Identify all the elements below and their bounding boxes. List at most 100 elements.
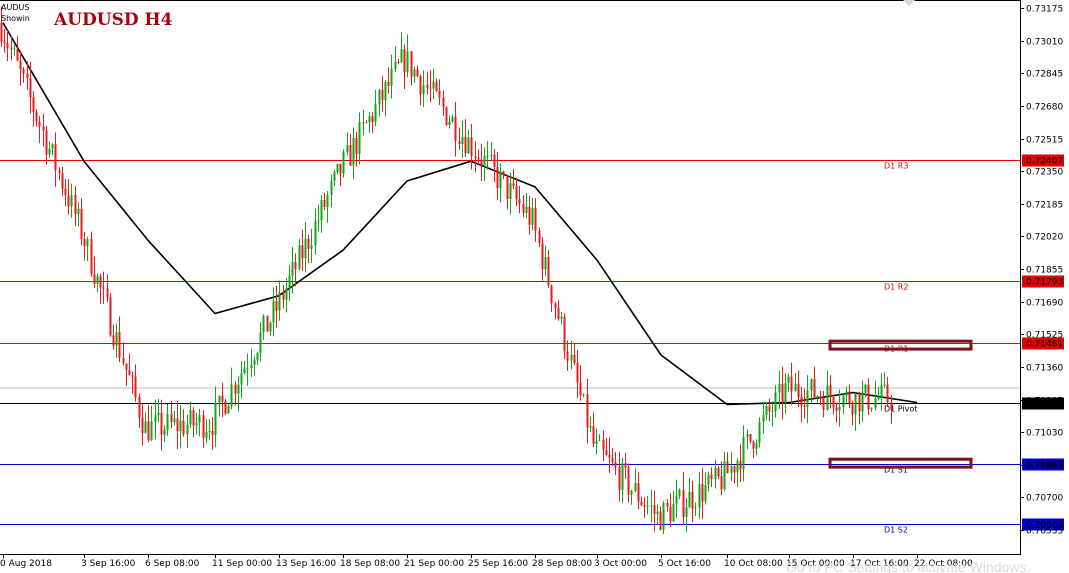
candle-body-248: [794, 383, 797, 392]
candle-body-257: [822, 398, 825, 410]
candle-body-120: [384, 81, 387, 101]
candle-body-159: [509, 183, 512, 200]
candle-body-71: [227, 405, 230, 414]
zone-box-1: [828, 457, 973, 469]
candle-body-263: [842, 395, 845, 407]
candle-body-77: [246, 368, 249, 370]
candle-body-128: [410, 51, 413, 77]
candle-body-43: [138, 397, 141, 418]
candle-body-212: [678, 489, 681, 496]
candle-body-163: [522, 204, 525, 213]
candle-body-219: [701, 484, 704, 502]
candle-body-36: [115, 332, 118, 346]
candle-body-164: [525, 206, 528, 213]
candle-body-137: [438, 90, 441, 98]
candle-body-99: [317, 220, 320, 222]
level-price-text-2: 0.71481: [1026, 340, 1063, 350]
time-tick-0: 0 Aug 2018: [0, 559, 52, 569]
candle-body-232: [742, 437, 745, 470]
price-tick-4: 0.72515: [1026, 136, 1063, 146]
candle-body-52: [166, 413, 169, 430]
candle-body-69: [221, 395, 224, 402]
candle-body-187: [598, 439, 601, 441]
candle-body-104: [333, 172, 336, 181]
candle-body-70: [224, 401, 227, 414]
candle-body-171: [547, 257, 550, 286]
candle-body-153: [490, 154, 493, 156]
price-axis: 0.73175 0.73010 0.72845 0.72680 0.72515 0.723…: [1020, 5, 1063, 537]
candle-body-182: [582, 394, 585, 396]
candles: [0, 6, 893, 535]
candle-body-64: [205, 432, 208, 439]
candle-body-122: [390, 68, 393, 86]
candle-body-186: [595, 440, 598, 444]
candle-body-42: [134, 376, 137, 398]
candle-body-271: [867, 384, 870, 410]
candle-body-94: [301, 245, 304, 259]
candle-body-89: [285, 288, 288, 300]
candle-body-251: [803, 405, 806, 407]
candle-body-204: [653, 505, 656, 515]
candle-body-192: [614, 462, 617, 468]
candle-body-101: [323, 199, 326, 207]
candle-body-245: [784, 383, 787, 403]
chart-shift-icon[interactable]: [903, 0, 915, 6]
candle-body-51: [163, 429, 166, 435]
candle-body-239: [765, 405, 768, 416]
candle-body-88: [282, 292, 285, 300]
candle-body-85: [272, 301, 275, 323]
candle-body-23: [74, 194, 77, 215]
candle-body-83: [266, 315, 269, 332]
candle-body-67: [214, 402, 217, 435]
level-label-0: D1 R3: [884, 162, 908, 171]
price-chart[interactable]: D1 R3 0.72407D1 R2 0.71793D1 R1 0.71481D1 P…: [0, 0, 1069, 573]
candle-body-255: [816, 396, 819, 398]
candle-body-6: [19, 60, 22, 70]
candle-body-268: [858, 393, 861, 412]
candle-body-22: [70, 194, 73, 207]
candle-body-9: [29, 78, 32, 98]
candle-body-8: [26, 73, 29, 79]
candle-body-246: [787, 376, 790, 384]
candle-body-44: [141, 417, 144, 434]
candle-body-136: [435, 81, 438, 91]
candle-body-15: [48, 148, 51, 155]
candle-body-196: [627, 467, 630, 495]
candle-body-152: [486, 155, 489, 157]
candle-body-39: [125, 363, 128, 370]
candle-body-81: [259, 332, 262, 354]
candle-body-220: [704, 485, 707, 502]
candle-body-210: [672, 504, 675, 522]
candle-body-172: [550, 285, 553, 304]
candle-body-21: [67, 195, 70, 207]
candle-body-138: [442, 97, 445, 108]
candle-body-223: [714, 467, 717, 479]
candle-body-222: [710, 474, 713, 479]
candle-body-148: [474, 156, 477, 158]
candle-body-103: [330, 180, 333, 196]
candle-body-176: [563, 316, 566, 352]
candle-body-114: [365, 122, 368, 124]
candle-body-98: [314, 221, 317, 246]
candle-body-188: [602, 439, 605, 451]
candle-body-86: [275, 301, 278, 311]
candle-body-110: [352, 138, 355, 166]
time-tick-4: 13 Sep 16:00: [276, 559, 336, 569]
candle-body-198: [634, 483, 637, 491]
candle-body-61: [195, 422, 198, 426]
candle-body-29: [93, 274, 96, 284]
candle-body-117: [374, 104, 377, 122]
candle-body-124: [397, 61, 400, 63]
candle-body-235: [752, 441, 755, 449]
candle-body-275: [880, 385, 883, 399]
candle-body-167: [534, 208, 537, 231]
candle-body-207: [662, 503, 665, 530]
level-label-5: D1 S2: [884, 526, 908, 535]
candle-body-250: [800, 396, 803, 406]
price-tick-14: 0.70865: [1026, 462, 1063, 472]
candle-body-241: [771, 411, 774, 413]
candle-body-48: [154, 415, 157, 422]
candle-body-14: [45, 130, 48, 155]
candle-body-5: [16, 48, 19, 61]
chart-title: AUDUSD H4: [53, 10, 173, 30]
